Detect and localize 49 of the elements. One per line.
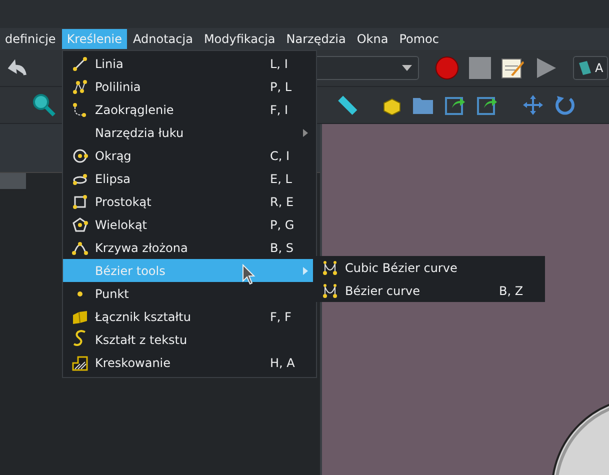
dropdown-arrow-icon [402,65,412,71]
bezier-icon [322,282,338,298]
point-icon [77,290,83,296]
menu-item[interactable]: Narzędzia [281,29,351,49]
menu-item[interactable]: Linia L, I [63,52,316,75]
menu-item[interactable]: Punkt [63,282,316,305]
submenu-arrow-icon [303,266,308,274]
circle-icon [72,148,88,164]
menu-item[interactable]: Kształt z tekstu [63,328,316,351]
polyline-icon [72,78,88,94]
submenu-arrow-icon [303,128,308,136]
menu-item[interactable]: Polilinia P, L [63,75,316,98]
menu-item[interactable]: Cubic Bézier curve [313,256,545,279]
zoom-icon[interactable] [32,93,56,117]
menu-item[interactable]: Okna [352,29,394,49]
workbench-icon [578,60,592,76]
polygon-icon [72,216,88,232]
folder-icon[interactable] [412,95,434,115]
bezier-icon [322,260,338,276]
rotate-icon[interactable] [554,94,576,116]
line-icon [72,56,88,72]
menu-item[interactable]: Zaokrąglenie F, I [63,98,316,121]
curve-icon [72,240,88,256]
curly-s-icon [73,330,87,346]
fillet-icon [72,102,88,118]
menu-item[interactable]: definicje [0,29,61,49]
notepad-icon[interactable] [501,57,525,79]
menu-item[interactable]: Adnotacja [128,29,198,49]
export-icon[interactable] [444,94,466,116]
menu-item[interactable]: Wielokąt P, G [63,213,316,236]
workbench-button[interactable]: A [573,56,608,80]
menu-item[interactable]: Pomoc [394,29,444,49]
mouse-cursor-icon [242,264,256,286]
menu-item[interactable]: Okrąg C, I [63,144,316,167]
menu-item[interactable]: Łącznik kształtu F, F [63,305,316,328]
rectangle-icon [72,194,88,210]
record-icon[interactable] [435,56,459,80]
menu-item[interactable]: Prostokąt R, E [63,190,316,213]
hatch-icon [72,354,88,370]
export-icon[interactable] [476,94,498,116]
menu-item[interactable]: Bézier curve B, Z [313,279,545,302]
play-icon[interactable] [535,57,557,79]
move-icon[interactable] [522,94,544,116]
menu-item[interactable]: Modyfikacja [198,29,280,49]
menu-item[interactable]: Krzywa złożona B, S [63,236,316,259]
menu-item[interactable]: Elipsa E, L [63,167,316,190]
shape-icon [72,308,88,324]
menu-item[interactable]: Kreskowanie H, A [63,351,316,374]
menu-item[interactable]: Narzędzia łuku [63,121,316,144]
